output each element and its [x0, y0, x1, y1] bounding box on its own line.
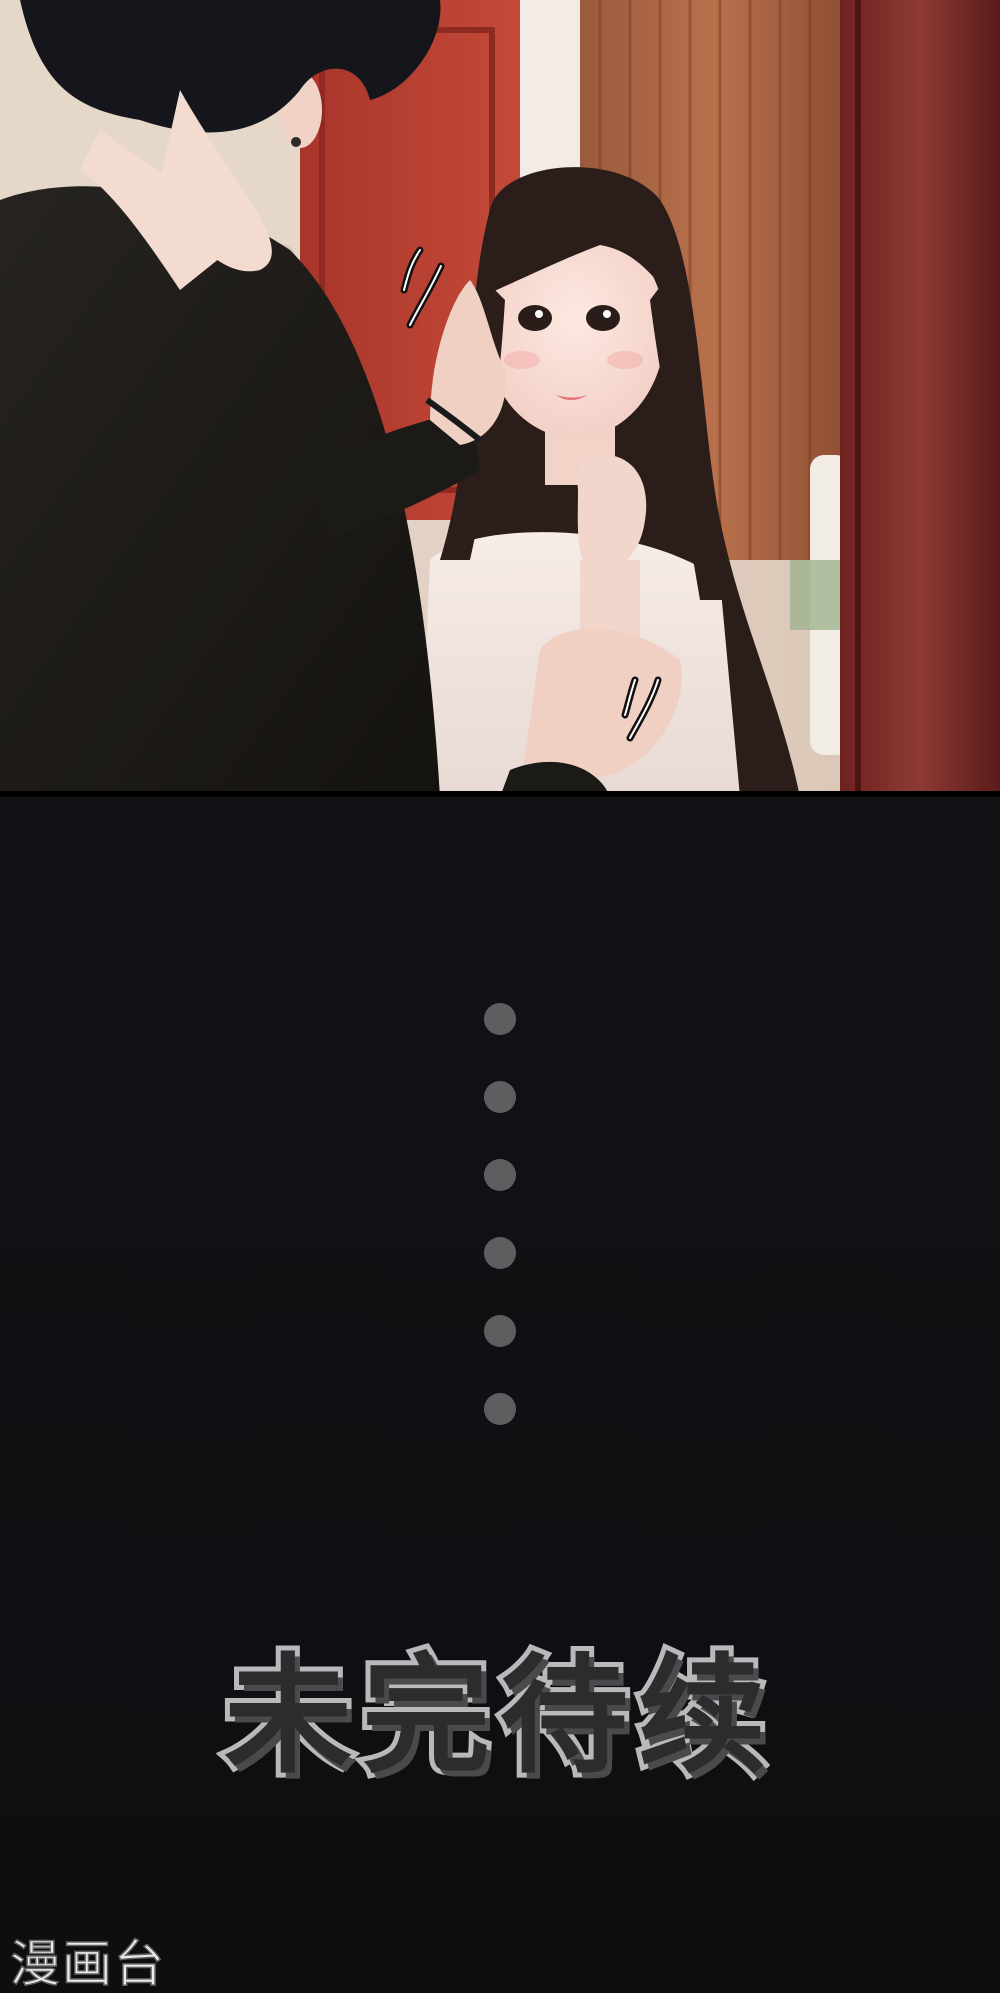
ellipsis-dot [484, 1237, 516, 1269]
site-watermark: 漫画台 [9, 1934, 166, 1993]
comic-photo-panel [0, 0, 1000, 797]
ellipsis-dot [484, 1081, 516, 1113]
ellipsis-dot [484, 1315, 516, 1347]
to-be-continued-title: 未完待续 [219, 1637, 776, 1796]
ellipsis-dots [484, 1003, 518, 1471]
comic-page: 未完待续 漫画台 [0, 0, 1000, 1993]
photo-scene [0, 0, 1000, 791]
ellipsis-dot [484, 1393, 516, 1425]
ellipsis-dot [484, 1159, 516, 1191]
ellipsis-dot [484, 1003, 516, 1035]
